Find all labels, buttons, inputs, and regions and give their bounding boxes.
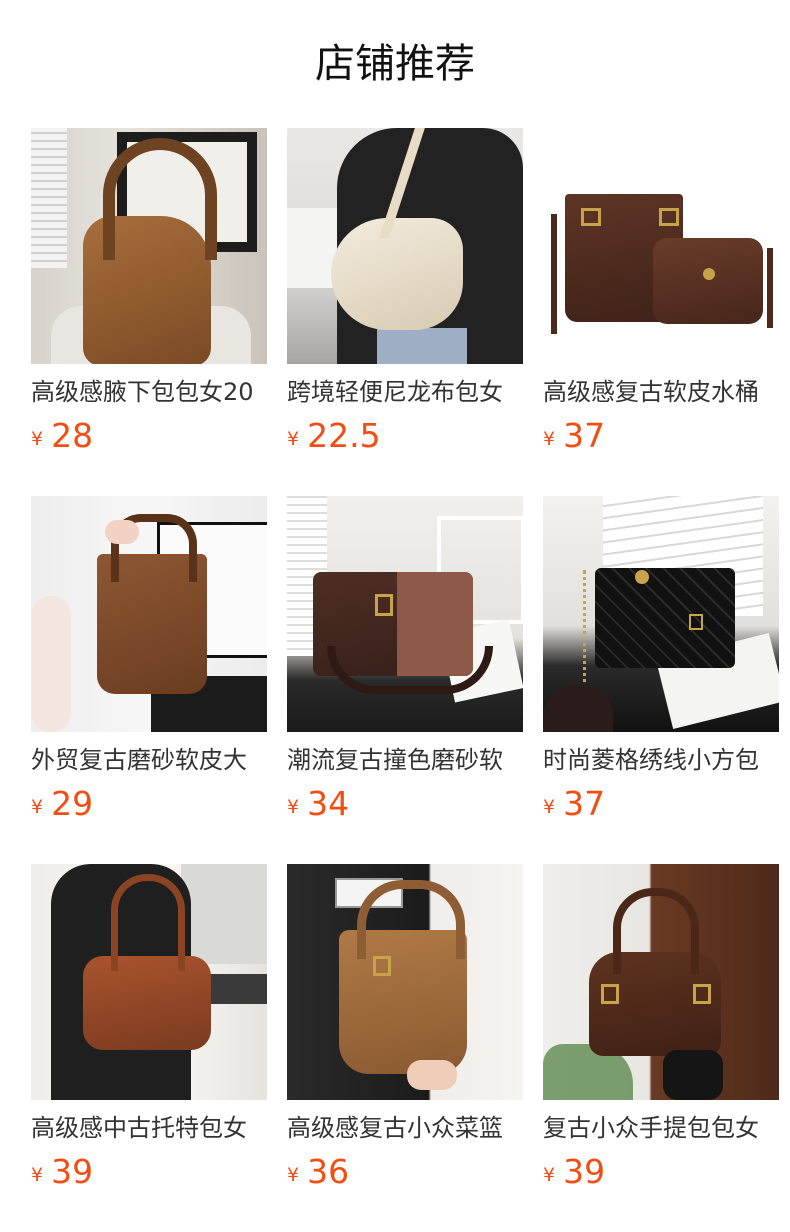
price-value: 39 xyxy=(563,1152,606,1191)
price-value: 34 xyxy=(307,784,350,823)
product-price: ¥37 xyxy=(543,416,605,455)
price-value: 39 xyxy=(51,1152,94,1191)
product-price: ¥39 xyxy=(543,1152,605,1191)
currency-symbol: ¥ xyxy=(31,428,44,450)
price-value: 36 xyxy=(307,1152,350,1191)
product-card[interactable]: 高级感腋下包包女20 ¥28 xyxy=(31,128,267,455)
product-image[interactable] xyxy=(31,864,267,1100)
product-price: ¥29 xyxy=(31,784,93,823)
product-card[interactable]: 高级感复古小众菜篮 ¥36 xyxy=(287,864,523,1191)
currency-symbol: ¥ xyxy=(543,1164,556,1186)
product-card[interactable]: 潮流复古撞色磨砂软 ¥34 xyxy=(287,496,523,823)
price-value: 37 xyxy=(563,416,606,455)
currency-symbol: ¥ xyxy=(287,1164,300,1186)
product-name[interactable]: 高级感中古托特包女 xyxy=(31,1112,267,1144)
product-name[interactable]: 高级感复古软皮水桶 xyxy=(543,376,779,408)
product-price: ¥37 xyxy=(543,784,605,823)
product-name[interactable]: 外贸复古磨砂软皮大 xyxy=(31,744,267,776)
currency-symbol: ¥ xyxy=(31,1164,44,1186)
product-price: ¥39 xyxy=(31,1152,93,1191)
currency-symbol: ¥ xyxy=(543,428,556,450)
currency-symbol: ¥ xyxy=(287,428,300,450)
product-price: ¥34 xyxy=(287,784,349,823)
product-price: ¥36 xyxy=(287,1152,349,1191)
product-image[interactable] xyxy=(287,128,523,364)
product-image[interactable] xyxy=(543,496,779,732)
price-value: 29 xyxy=(51,784,94,823)
product-card[interactable]: 复古小众手提包包女 ¥39 xyxy=(543,864,779,1191)
product-name[interactable]: 潮流复古撞色磨砂软 xyxy=(287,744,523,776)
currency-symbol: ¥ xyxy=(287,796,300,818)
product-image[interactable] xyxy=(31,496,267,732)
product-name[interactable]: 高级感复古小众菜篮 xyxy=(287,1112,523,1144)
product-name[interactable]: 复古小众手提包包女 xyxy=(543,1112,779,1144)
product-card[interactable]: 外贸复古磨砂软皮大 ¥29 xyxy=(31,496,267,823)
product-image[interactable] xyxy=(543,864,779,1100)
product-card[interactable]: 跨境轻便尼龙布包女 ¥22.5 xyxy=(287,128,523,455)
product-image[interactable] xyxy=(543,128,779,364)
product-name[interactable]: 时尚菱格绣线小方包 xyxy=(543,744,779,776)
product-image[interactable] xyxy=(287,864,523,1100)
product-image[interactable] xyxy=(287,496,523,732)
product-price: ¥22.5 xyxy=(287,416,381,455)
currency-symbol: ¥ xyxy=(31,796,44,818)
product-image[interactable] xyxy=(31,128,267,364)
product-card[interactable]: 高级感中古托特包女 ¥39 xyxy=(31,864,267,1191)
product-card[interactable]: 高级感复古软皮水桶 ¥37 xyxy=(543,128,779,455)
price-value: 22.5 xyxy=(307,416,381,455)
currency-symbol: ¥ xyxy=(543,796,556,818)
product-card[interactable]: 时尚菱格绣线小方包 ¥37 xyxy=(543,496,779,823)
product-name[interactable]: 高级感腋下包包女20 xyxy=(31,376,267,408)
product-name[interactable]: 跨境轻便尼龙布包女 xyxy=(287,376,523,408)
price-value: 37 xyxy=(563,784,606,823)
product-price: ¥28 xyxy=(31,416,93,455)
price-value: 28 xyxy=(51,416,94,455)
section-title: 店铺推荐 xyxy=(315,41,475,87)
